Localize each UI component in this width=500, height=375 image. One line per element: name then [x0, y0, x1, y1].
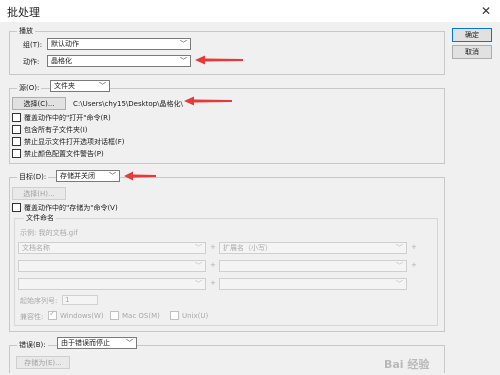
annotation-arrow	[184, 96, 232, 106]
source-path: C:\Users\chy15\Desktop\晶格化\	[73, 100, 183, 108]
chevron-down-icon: ﹀	[396, 244, 403, 252]
action-label: 动作:	[23, 58, 40, 66]
chevron-down-icon: ﹀	[195, 244, 202, 252]
suppress-color-warning-label: 禁止颜色配置文件警告(P)	[24, 150, 104, 158]
plus-icon: +	[411, 243, 417, 251]
chevron-down-icon: ﹀	[109, 172, 116, 180]
chevron-down-icon: ﹀	[126, 339, 133, 347]
window-title: 批处理	[7, 6, 40, 19]
suppress-open-dialog-label: 禁止显示文件打开选项对话框(F)	[24, 138, 125, 146]
compat-label: 兼容性:	[20, 313, 44, 321]
watermark-logo: Bai 经验	[384, 358, 430, 371]
naming-field-1-value: 文档名称	[22, 244, 50, 252]
windows-checkbox[interactable]: ✓	[48, 309, 57, 320]
group-select[interactable]: 默认动作 ﹀	[47, 38, 191, 50]
override-save-as-checkbox[interactable]	[12, 203, 21, 212]
destination-select[interactable]: 存储并关闭 ﹀	[56, 170, 120, 182]
file-naming-legend: 文件命名	[24, 213, 56, 223]
errors-group	[9, 345, 445, 373]
include-subfolders-checkbox[interactable]	[12, 125, 21, 134]
action-select[interactable]: 晶格化 ﹀	[47, 55, 191, 67]
windows-label: Windows(W)	[60, 312, 104, 320]
group-select-value: 默认动作	[51, 40, 79, 48]
chevron-down-icon: ﹀	[180, 40, 187, 48]
plus-icon: +	[210, 261, 216, 269]
source-select[interactable]: 文件夹 ﹀	[50, 80, 110, 92]
ok-button[interactable]: 确定	[452, 28, 492, 42]
unix-checkbox[interactable]	[170, 311, 179, 320]
chevron-down-icon: ﹀	[396, 280, 403, 288]
close-icon[interactable]: ✕	[478, 3, 494, 19]
errors-select[interactable]: 由于错误而停止 ﹀	[57, 337, 137, 349]
checkmark-icon: ✓	[49, 309, 56, 318]
destination-choose-button[interactable]: 选择(H)...	[12, 187, 66, 200]
source-choose-button[interactable]: 选择(C)...	[12, 97, 66, 110]
override-open-label: 覆盖动作中的"打开"命令(R)	[24, 114, 111, 122]
suppress-color-warning-checkbox[interactable]	[12, 149, 21, 158]
plus-icon: +	[210, 243, 216, 251]
annotation-arrow	[124, 171, 156, 181]
title-bar	[0, 0, 500, 22]
chevron-down-icon: ﹀	[195, 262, 202, 270]
start-serial-input[interactable]: 1	[62, 295, 98, 305]
cancel-button[interactable]: 取消	[452, 45, 492, 59]
naming-field-5[interactable]: ﹀	[18, 278, 206, 290]
naming-field-3[interactable]: ﹀	[18, 260, 206, 272]
macos-label: Mac OS(M)	[122, 312, 160, 320]
override-open-checkbox[interactable]	[12, 113, 21, 122]
unix-label: Unix(U)	[182, 312, 209, 320]
plus-icon: +	[411, 261, 417, 269]
errors-legend: 错误(B):	[17, 340, 48, 350]
source-select-value: 文件夹	[54, 82, 75, 90]
chevron-down-icon: ﹀	[180, 57, 187, 65]
save-as-button[interactable]: 存储为(E)...	[16, 356, 70, 369]
destination-select-value: 存储并关闭	[60, 172, 95, 180]
source-legend: 源(O):	[17, 83, 42, 93]
chevron-down-icon: ﹀	[396, 262, 403, 270]
suppress-open-dialog-checkbox[interactable]	[12, 137, 21, 146]
start-serial-label: 起始序列号:	[20, 297, 58, 305]
annotation-arrow	[195, 55, 243, 65]
errors-select-value: 由于错误而停止	[61, 339, 110, 347]
naming-field-4[interactable]: ﹀	[219, 260, 407, 272]
naming-field-1[interactable]: 文档名称 ﹀	[18, 242, 206, 254]
naming-field-2-value: 扩展名（小写）	[223, 244, 272, 252]
plus-icon: +	[210, 279, 216, 287]
destination-legend: 目标(D):	[17, 172, 49, 182]
chevron-down-icon: ﹀	[99, 82, 106, 90]
naming-field-6[interactable]: ﹀	[219, 278, 407, 290]
chevron-down-icon: ﹀	[195, 280, 202, 288]
macos-checkbox[interactable]	[110, 311, 119, 320]
naming-example: 示例: 我的文档.gif	[20, 229, 78, 237]
play-legend: 播放	[17, 26, 35, 36]
naming-field-2[interactable]: 扩展名（小写） ﹀	[219, 242, 407, 254]
override-save-as-label: 覆盖动作中的"存储为"命令(V)	[24, 204, 118, 212]
group-label: 组(T):	[23, 41, 43, 49]
action-select-value: 晶格化	[51, 57, 72, 65]
include-subfolders-label: 包含所有子文件夹(I)	[24, 126, 88, 134]
